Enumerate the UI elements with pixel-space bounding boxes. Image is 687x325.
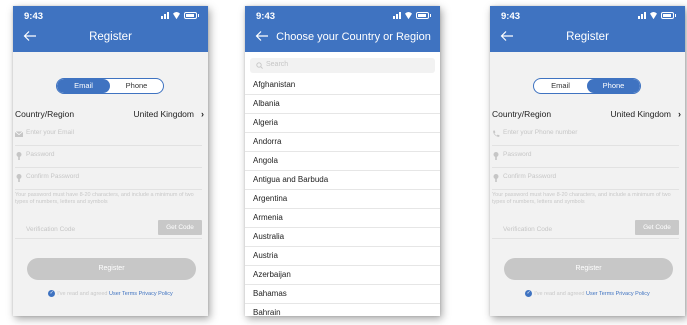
- register-phone-screen: 9:43 Register Email Phone Country/Region…: [490, 6, 685, 316]
- confirm-password-placeholder: Confirm Password: [26, 173, 80, 180]
- password-hint: Your password must have 8-20 characters,…: [492, 192, 671, 205]
- list-item[interactable]: Bahamas: [245, 285, 440, 304]
- status-time: 9:43: [501, 11, 521, 22]
- list-item[interactable]: Australia: [245, 228, 440, 247]
- search-placeholder: Search: [266, 61, 289, 68]
- status-bar: 9:43: [13, 6, 208, 24]
- list-item[interactable]: Armenia: [245, 209, 440, 228]
- signal-icon: [638, 12, 646, 19]
- agree-text: I've read and agreed: [534, 290, 585, 297]
- phone-icon: [493, 130, 500, 137]
- password-placeholder: Password: [503, 151, 532, 158]
- country-value: United Kingdom: [610, 109, 671, 119]
- verification-code-field[interactable]: Verification Code Get Code: [492, 219, 679, 239]
- header: 9:43 Register: [490, 6, 685, 52]
- status-time: 9:43: [256, 11, 276, 22]
- wifi-icon: [404, 12, 413, 19]
- battery-icon: [416, 12, 429, 19]
- list-item[interactable]: Antigua and Barbuda: [245, 171, 440, 190]
- page-title: Register: [566, 31, 609, 43]
- password-field[interactable]: Password: [15, 148, 202, 168]
- verification-placeholder: Verification Code: [503, 226, 553, 233]
- get-code-button[interactable]: Get Code: [158, 220, 202, 235]
- verification-code-field[interactable]: Verification Code Get Code: [15, 219, 202, 239]
- page-title: Register: [89, 31, 132, 43]
- confirm-password-placeholder: Confirm Password: [503, 173, 557, 180]
- status-bar: 9:43: [490, 6, 685, 24]
- list-item[interactable]: Algeria: [245, 114, 440, 133]
- register-button[interactable]: Register: [504, 258, 673, 280]
- battery-icon: [184, 12, 197, 19]
- chevron-right-icon: ›: [678, 109, 681, 119]
- status-icons: [161, 12, 199, 19]
- mail-icon: [15, 131, 23, 137]
- country-label: Country/Region: [492, 109, 552, 119]
- status-bar: 9:43: [245, 6, 440, 24]
- checkmark-icon[interactable]: ✓: [525, 290, 533, 297]
- verification-placeholder: Verification Code: [26, 226, 76, 233]
- battery-icon: [661, 12, 674, 19]
- user-terms-link[interactable]: User Terms: [109, 291, 137, 297]
- tab-email[interactable]: Email: [57, 79, 110, 93]
- list-item[interactable]: Bahrain: [245, 304, 440, 316]
- register-email-screen: 9:43 Register Email Phone Country/Region…: [13, 6, 208, 316]
- agreement-row: ✓ I've read and agreed User Terms Privacy…: [490, 290, 685, 297]
- status-icons: [393, 12, 431, 19]
- signal-icon: [161, 12, 169, 19]
- agreement-row: ✓ I've read and agreed User Terms Privacy…: [13, 290, 208, 297]
- get-code-button[interactable]: Get Code: [635, 220, 679, 235]
- wifi-icon: [172, 12, 181, 19]
- wifi-icon: [649, 12, 658, 19]
- page-title: Choose your Country or Region: [276, 31, 431, 43]
- agree-text: I've read and agreed: [57, 290, 108, 297]
- register-button[interactable]: Register: [27, 258, 196, 280]
- tab-phone[interactable]: Phone: [587, 79, 640, 93]
- email-phone-toggle: Email Phone: [533, 78, 641, 94]
- search-input[interactable]: Search: [250, 58, 435, 73]
- privacy-policy-link[interactable]: Privacy Policy: [616, 291, 650, 297]
- tab-phone[interactable]: Phone: [110, 79, 163, 93]
- list-item[interactable]: Afghanistan: [245, 76, 440, 95]
- password-hint: Your password must have 8-20 characters,…: [15, 192, 194, 205]
- list-item[interactable]: Albania: [245, 95, 440, 114]
- key-icon: [16, 174, 22, 182]
- checkmark-icon[interactable]: ✓: [48, 290, 56, 297]
- country-value: United Kingdom: [133, 109, 194, 119]
- list-item[interactable]: Argentina: [245, 190, 440, 209]
- key-icon: [16, 152, 22, 160]
- key-icon: [493, 152, 499, 160]
- country-label: Country/Region: [15, 109, 75, 119]
- country-region-row[interactable]: Country/Region United Kingdom ›: [492, 109, 681, 123]
- email-phone-toggle: Email Phone: [56, 78, 164, 94]
- phone-field[interactable]: Enter your Phone number: [492, 126, 679, 146]
- header: 9:43 Choose your Country or Region: [245, 6, 440, 52]
- confirm-password-field[interactable]: Confirm Password: [15, 170, 202, 190]
- email-placeholder: Enter your Email: [26, 129, 75, 136]
- user-terms-link[interactable]: User Terms: [586, 291, 614, 297]
- list-item[interactable]: Angola: [245, 152, 440, 171]
- country-list: Afghanistan Albania Algeria Andorra Ango…: [245, 76, 440, 316]
- signal-icon: [393, 12, 401, 19]
- status-time: 9:43: [24, 11, 44, 22]
- list-item[interactable]: Andorra: [245, 133, 440, 152]
- chevron-right-icon: ›: [201, 109, 204, 119]
- confirm-password-field[interactable]: Confirm Password: [492, 170, 679, 190]
- choose-country-screen: 9:43 Choose your Country or Region Searc…: [245, 6, 440, 316]
- status-icons: [638, 12, 676, 19]
- list-item[interactable]: Austria: [245, 247, 440, 266]
- tab-email[interactable]: Email: [534, 79, 587, 93]
- email-field[interactable]: Enter your Email: [15, 126, 202, 146]
- header: 9:43 Register: [13, 6, 208, 52]
- search-icon: [256, 62, 263, 69]
- key-icon: [493, 174, 499, 182]
- phone-placeholder: Enter your Phone number: [503, 129, 578, 136]
- list-item[interactable]: Azerbaijan: [245, 266, 440, 285]
- country-region-row[interactable]: Country/Region United Kingdom ›: [15, 109, 204, 123]
- privacy-policy-link[interactable]: Privacy Policy: [139, 291, 173, 297]
- password-placeholder: Password: [26, 151, 55, 158]
- password-field[interactable]: Password: [492, 148, 679, 168]
